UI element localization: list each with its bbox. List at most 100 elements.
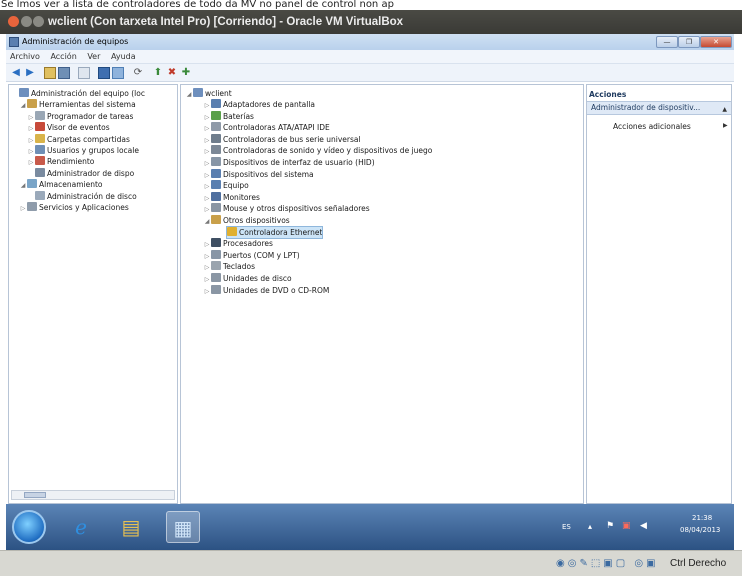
expand-arrow[interactable]: ▷ bbox=[27, 123, 35, 134]
computer-management-task-icon[interactable]: ▦ bbox=[166, 511, 200, 543]
device-category[interactable]: ▷ Unidades de DVD o CD-ROM bbox=[203, 284, 329, 297]
expand-arrow[interactable]: ▷ bbox=[19, 203, 27, 214]
expand-arrow[interactable]: ▷ bbox=[203, 274, 211, 285]
menu-accion[interactable]: Acción bbox=[46, 50, 80, 64]
window-maximize-button[interactable]: ❐ bbox=[678, 36, 700, 48]
root-expand-arrow[interactable]: ◢ bbox=[185, 89, 193, 100]
show-tree-icon[interactable] bbox=[58, 67, 70, 79]
help-icon[interactable] bbox=[112, 67, 124, 79]
actions-selected-item[interactable]: Administrador de dispositiv... ▲ bbox=[587, 101, 731, 115]
nav-item[interactable]: ◢ Almacenamiento bbox=[19, 179, 103, 190]
device-category[interactable]: ▷ Procesadores bbox=[203, 238, 273, 249]
expand-arrow[interactable]: ▷ bbox=[203, 123, 211, 134]
tray-time[interactable]: 21:38 bbox=[692, 514, 712, 522]
device-category[interactable]: ▷ Baterías bbox=[203, 110, 254, 123]
network-warning-icon[interactable]: ▣ bbox=[622, 521, 631, 531]
tray-arrow-icon[interactable]: ▴ bbox=[588, 522, 592, 531]
nav-scrollbar-thumb[interactable] bbox=[24, 492, 46, 498]
nav-horizontal-scrollbar[interactable] bbox=[11, 490, 175, 500]
expand-arrow[interactable]: ◢ bbox=[19, 100, 27, 111]
expand-arrow[interactable]: ▷ bbox=[203, 170, 211, 181]
device-category[interactable]: ▷ Teclados bbox=[203, 261, 255, 272]
nav-item[interactable]: ▷ Carpetas compartidas bbox=[27, 133, 130, 146]
nav-item[interactable]: ▷ Servicios y Aplicaciones bbox=[19, 202, 129, 213]
device-item-label: Otros dispositivos bbox=[223, 216, 290, 225]
device-category[interactable]: ▷ Dispositivos de interfaz de usuario (HI… bbox=[203, 157, 375, 168]
start-button[interactable] bbox=[12, 510, 46, 544]
back-icon[interactable]: ◀ bbox=[10, 67, 22, 79]
properties-icon[interactable] bbox=[98, 67, 110, 79]
device-tree-root[interactable]: ◢ wclient bbox=[185, 88, 232, 99]
device-item-label: Controladoras de sonido y vídeo y dispos… bbox=[223, 146, 433, 156]
expand-arrow[interactable]: ▷ bbox=[203, 262, 211, 273]
expand-arrow[interactable]: ▷ bbox=[27, 135, 35, 146]
uninstall-device-icon[interactable]: ✖ bbox=[166, 67, 178, 79]
vbox-status-icons[interactable]: ◉◎✎⬚▣▢ ◎▣ bbox=[556, 558, 659, 569]
scan-hardware-icon[interactable]: ⟳ bbox=[132, 67, 144, 79]
device-category[interactable]: ▷ Unidades de disco bbox=[203, 273, 292, 284]
nav-item[interactable]: ▷ Rendimiento bbox=[27, 156, 94, 167]
expand-arrow[interactable]: ▷ bbox=[203, 135, 211, 146]
expand-arrow[interactable]: ▷ bbox=[203, 239, 211, 250]
device-category[interactable]: ▷ Equipo bbox=[203, 180, 249, 191]
enable-device-icon[interactable]: ✚ bbox=[180, 67, 192, 79]
more-actions-item[interactable]: Acciones adicionales bbox=[613, 122, 691, 131]
expand-arrow[interactable]: ▷ bbox=[27, 146, 35, 157]
nav-item-label: Carpetas compartidas bbox=[47, 134, 130, 144]
expand-arrow[interactable]: ◢ bbox=[203, 216, 211, 227]
tray-date[interactable]: 08/04/2013 bbox=[680, 526, 720, 534]
nav-item[interactable]: ▷ Visor de eventos bbox=[27, 122, 110, 133]
language-indicator[interactable]: ES bbox=[562, 523, 571, 531]
device-category[interactable]: ▷ Controladoras de bus serie universal bbox=[203, 133, 361, 146]
nav-item[interactable]: ▷ Programador de tareas bbox=[27, 110, 133, 123]
device-category[interactable]: ▷ Controladoras ATA/ATAPI IDE bbox=[203, 122, 330, 133]
expand-arrow[interactable]: ▷ bbox=[203, 204, 211, 215]
expand-arrow[interactable]: ▷ bbox=[203, 193, 211, 204]
device-tree[interactable]: ◢ wclient ▷ Adaptadores de pantalla ▷ Baterí… bbox=[180, 84, 584, 504]
device-category[interactable]: ▷ Dispositivos del sistema bbox=[203, 168, 314, 181]
expand-arrow[interactable]: ▷ bbox=[203, 251, 211, 262]
expand-arrow[interactable]: ▷ bbox=[203, 181, 211, 192]
device-category[interactable]: ▷ Adaptadores de pantalla bbox=[203, 99, 315, 110]
computer-management-icon bbox=[19, 88, 29, 97]
nav-item[interactable]: Administración de disco bbox=[27, 190, 137, 202]
device-item-selected[interactable]: Controladora Ethernet bbox=[225, 225, 324, 239]
update-driver-icon[interactable]: ⬆ bbox=[152, 67, 164, 79]
expand-arrow[interactable]: ▷ bbox=[27, 112, 35, 123]
nav-item[interactable]: Administrador de dispo bbox=[27, 167, 134, 179]
expand-arrow[interactable]: ▷ bbox=[203, 100, 211, 111]
forward-icon[interactable]: ▶ bbox=[24, 67, 36, 79]
window-close-button[interactable]: ✕ bbox=[700, 36, 732, 48]
device-category[interactable]: ▷ Controladoras de sonido y vídeo y dispo… bbox=[203, 145, 432, 156]
vbox-maximize-button[interactable] bbox=[33, 16, 44, 27]
menu-ayuda[interactable]: Ayuda bbox=[107, 50, 140, 64]
device-category[interactable]: ▷ Mouse y otros dispositivos señaladores bbox=[203, 203, 370, 214]
expand-arrow[interactable]: ▷ bbox=[203, 158, 211, 169]
device-category[interactable]: ▷ Puertos (COM y LPT) bbox=[203, 249, 300, 262]
device-item-label: Controladoras de bus serie universal bbox=[223, 134, 361, 144]
internet-explorer-icon[interactable]: ℯ bbox=[64, 511, 98, 543]
expand-arrow[interactable]: ▷ bbox=[203, 112, 211, 123]
submenu-arrow-icon: ▶ bbox=[723, 122, 728, 129]
device-category[interactable]: ▷ Monitores bbox=[203, 191, 260, 204]
menu-archivo[interactable]: Archivo bbox=[6, 50, 44, 64]
nav-item[interactable]: ◢ Herramientas del sistema bbox=[19, 99, 136, 110]
expand-arrow[interactable]: ▷ bbox=[27, 157, 35, 168]
device-category[interactable]: ◢ Otros dispositivos bbox=[203, 215, 290, 226]
nav-item[interactable]: Administración del equipo (loc bbox=[11, 88, 145, 99]
navigation-tree[interactable]: Administración del equipo (loc ◢ Herramien… bbox=[8, 84, 178, 504]
flag-icon[interactable]: ⚑ bbox=[606, 521, 614, 531]
expand-arrow[interactable]: ▷ bbox=[203, 286, 211, 297]
collapse-up-icon[interactable]: ▲ bbox=[722, 104, 727, 116]
nav-item[interactable]: ▷ Usuarios y grupos locale bbox=[27, 145, 139, 156]
expand-arrow[interactable]: ▷ bbox=[203, 146, 211, 157]
explorer-folder-icon[interactable]: ▤ bbox=[114, 511, 148, 543]
vbox-close-button[interactable] bbox=[8, 16, 19, 27]
up-folder-icon[interactable] bbox=[44, 67, 56, 79]
menu-ver[interactable]: Ver bbox=[83, 50, 104, 64]
vbox-minimize-button[interactable] bbox=[21, 16, 32, 27]
expand-arrow[interactable]: ◢ bbox=[19, 180, 27, 191]
export-list-icon[interactable] bbox=[78, 67, 90, 79]
volume-icon[interactable]: ◀ bbox=[640, 521, 647, 531]
window-minimize-button[interactable]: — bbox=[656, 36, 678, 48]
